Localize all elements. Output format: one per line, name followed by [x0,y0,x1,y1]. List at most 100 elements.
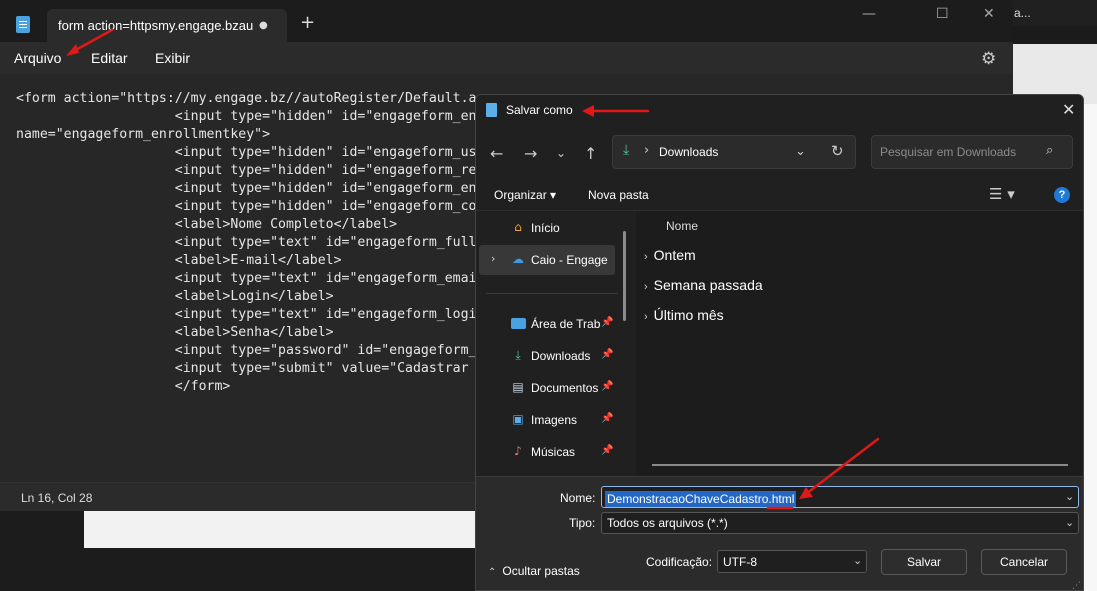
organize-button[interactable]: Organizar ▾ [494,188,556,202]
code-line: <input type="password" id="engageform_ [16,343,477,358]
sidebar-item-music[interactable]: ♪ Músicas 📌 [476,437,622,467]
group-label: Último mês [653,307,724,323]
dialog-toolbar: Organizar ▾ Nova pasta ☰ ▾ ? [476,179,1083,211]
hide-folders-label: Ocultar pastas [502,564,580,578]
new-folder-button[interactable]: Nova pasta [588,188,649,202]
pin-icon[interactable]: 📌 [601,317,613,328]
filename-value: DemonstracaoChaveCadastro.html [605,491,797,507]
view-options-icon[interactable]: ☰ ▾ [989,185,1015,203]
filename-field[interactable]: DemonstracaoChaveCadastro.html ⌄ [601,486,1079,508]
image-icon: ▣ [512,412,524,426]
minimize-button[interactable]: — [862,6,876,22]
filetype-value: Todos os arquivos (*.*) [607,516,728,530]
tab-title: form action=httpsmy.engage.bzau [58,18,254,33]
expand-chevron-icon[interactable]: › [491,252,495,265]
filetype-select[interactable]: Todos os arquivos (*.*) ⌄ [601,512,1079,534]
sidebar-item-label: Início [531,221,560,235]
notepad-titlebar: form action=httpsmy.engage.bzau ● + — ☐ … [0,0,1013,42]
code-line: <form action="https://my.engage.bz//auto… [16,91,477,106]
group-header[interactable]: › Ontem [644,247,696,263]
cancel-button[interactable]: Cancelar [981,549,1067,575]
save-as-dialog: Salvar como ✕ ← → ⌄ ↑ ⤓ › Downloads ⌄ ↻ … [475,94,1084,591]
encoding-label: Codificação: [646,555,713,569]
navigation-bar: ← → ⌄ ↑ ⤓ › Downloads ⌄ ↻ Pesquisar em D… [476,127,1083,179]
encoding-select[interactable]: UTF-8 ⌄ [717,550,867,573]
code-line: <input type="hidden" id="engageform_us [16,145,477,160]
unsaved-dot-icon[interactable]: ● [259,20,268,31]
cursor-position: Ln 16, Col 28 [21,491,93,505]
forward-arrow-icon[interactable]: → [524,144,537,163]
gear-icon[interactable]: ⚙ [981,49,996,69]
up-arrow-icon[interactable]: ↑ [584,144,597,163]
code-line: <input type="text" id="engageform_emai [16,271,477,286]
column-header-name[interactable]: Nome [666,219,698,233]
background-window-toolbar [1012,26,1097,44]
refresh-icon[interactable]: ↻ [831,142,844,160]
sidebar-item-documents[interactable]: ▤ Documentos 📌 [476,373,622,403]
close-button[interactable]: ✕ [983,6,995,22]
menu-view[interactable]: Exibir [155,50,190,66]
breadcrumb-chevron-icon[interactable]: › [644,143,649,158]
sidebar-item-label: Músicas [531,445,576,459]
pin-icon[interactable]: 📌 [601,413,613,424]
vertical-scrollbar[interactable] [1073,211,1083,476]
code-line: <label>E-mail</label> [16,253,342,268]
sidebar-item-desktop[interactable]: Área de Trabalho 📌 [476,309,622,339]
group-label: Ontem [653,247,696,263]
download-icon: ⤓ [623,142,630,158]
filename-label: Nome: [560,491,596,505]
scrollbar[interactable] [623,231,626,321]
code-line: <input type="hidden" id="engageform_en [16,109,477,124]
divider [486,293,618,294]
pin-icon[interactable]: 📌 [601,381,613,392]
breadcrumb[interactable]: Downloads [659,145,718,159]
chevron-down-icon[interactable]: ⌄ [853,554,862,567]
chevron-right-icon: › [644,311,648,323]
tab-document[interactable]: form action=httpsmy.engage.bzau ● [47,9,287,42]
code-line: <input type="text" id="engageform_logi [16,307,477,322]
horizontal-scrollbar[interactable] [652,464,1068,466]
menu-file[interactable]: Arquivo [14,50,61,66]
save-button[interactable]: Salvar [881,549,967,575]
code-line: <input type="text" id="engageform_full [16,235,477,250]
code-line: <input type="hidden" id="engageform_en [16,181,477,196]
sidebar-item-onedrive[interactable]: › ☁ Caio - Engage [479,245,615,275]
group-header[interactable]: › Último mês [644,307,724,323]
chevron-down-icon[interactable]: ⌄ [795,144,806,159]
search-placeholder: Pesquisar em Downloads [880,145,1017,159]
maximize-button[interactable]: ☐ [936,6,949,22]
chevron-down-icon[interactable]: ⌄ [1065,490,1074,503]
code-line: <input type="hidden" id="engageform_co [16,199,477,214]
home-icon: ⌂ [514,220,522,234]
help-icon[interactable]: ? [1054,187,1070,203]
sidebar-item-home[interactable]: ⌂ Início [476,213,622,243]
code-line: name="engageform_enrollmentkey"> [16,127,271,142]
code-line: <input type="submit" value="Cadastrar [16,361,469,376]
new-tab-button[interactable]: + [300,12,315,33]
pin-icon[interactable]: 📌 [601,445,613,456]
address-bar[interactable]: ⤓ › Downloads ⌄ ↻ [612,135,856,169]
code-line: <label>Senha</label> [16,325,334,340]
menu-bar: Arquivo Editar Exibir ⚙ [0,42,1013,74]
music-icon: ♪ [514,444,522,458]
save-options: Nome: DemonstracaoChaveCadastro.html ⌄ T… [476,476,1083,590]
recent-locations-chevron-icon[interactable]: ⌄ [556,146,566,160]
chevron-up-icon: ⌃ [488,567,497,578]
search-input[interactable]: Pesquisar em Downloads ⌕ [871,135,1073,169]
menu-edit[interactable]: Editar [91,50,128,66]
hide-folders-button[interactable]: ⌃ Ocultar pastas [488,564,580,578]
encoding-value: UTF-8 [723,555,757,569]
group-header[interactable]: › Semana passada [644,277,763,293]
resize-grip-icon[interactable]: ⋰ [1072,581,1081,590]
sidebar-item-downloads[interactable]: ⤓ Downloads 📌 [476,341,622,371]
notepad-icon [486,103,497,117]
desktop-icon [511,318,526,329]
cloud-icon: ☁ [512,252,524,266]
pin-icon[interactable]: 📌 [601,349,613,360]
code-line: </form> [16,379,231,394]
chevron-down-icon[interactable]: ⌄ [1065,516,1074,529]
background-window-title: a... [1012,0,1097,26]
sidebar-item-pictures[interactable]: ▣ Imagens 📌 [476,405,622,435]
back-arrow-icon[interactable]: ← [490,144,503,163]
dialog-close-button[interactable]: ✕ [1062,100,1075,119]
